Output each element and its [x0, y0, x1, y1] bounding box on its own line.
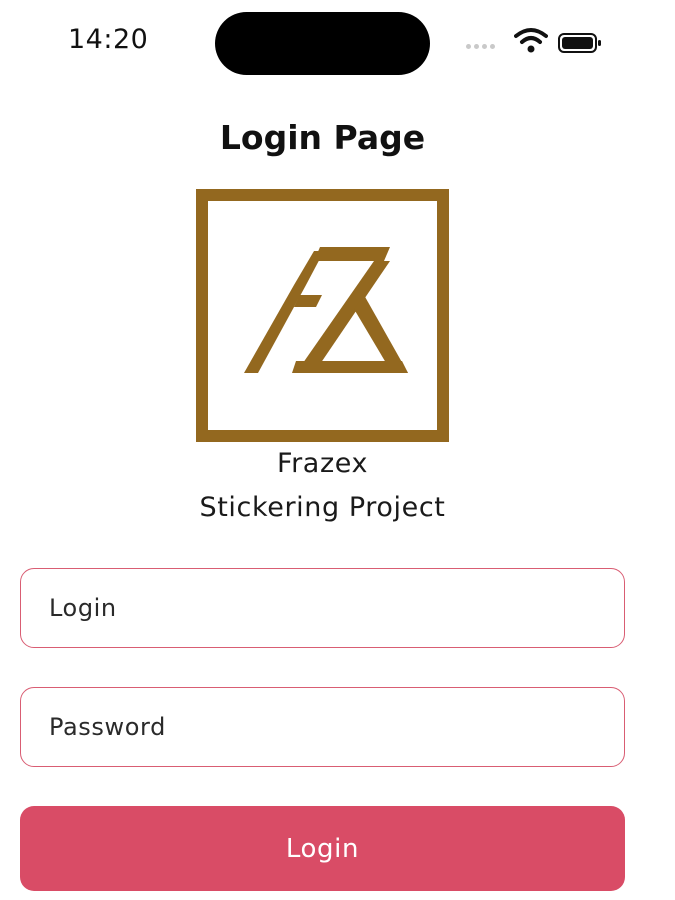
brand-name: Frazex	[276, 448, 369, 479]
battery-icon	[558, 33, 601, 53]
dynamic-island	[215, 12, 430, 75]
frazex-logo-icon	[196, 189, 449, 442]
status-time: 14:20	[68, 24, 149, 55]
signal-icon	[466, 44, 495, 49]
brand-subtitle: Stickering Project	[199, 492, 446, 523]
status-icons	[466, 26, 606, 60]
page-title: Login Page	[219, 118, 426, 157]
login-button[interactable]: Login	[20, 806, 625, 891]
login-input[interactable]	[20, 568, 625, 648]
password-input[interactable]	[20, 687, 625, 767]
wifi-icon	[514, 28, 548, 53]
